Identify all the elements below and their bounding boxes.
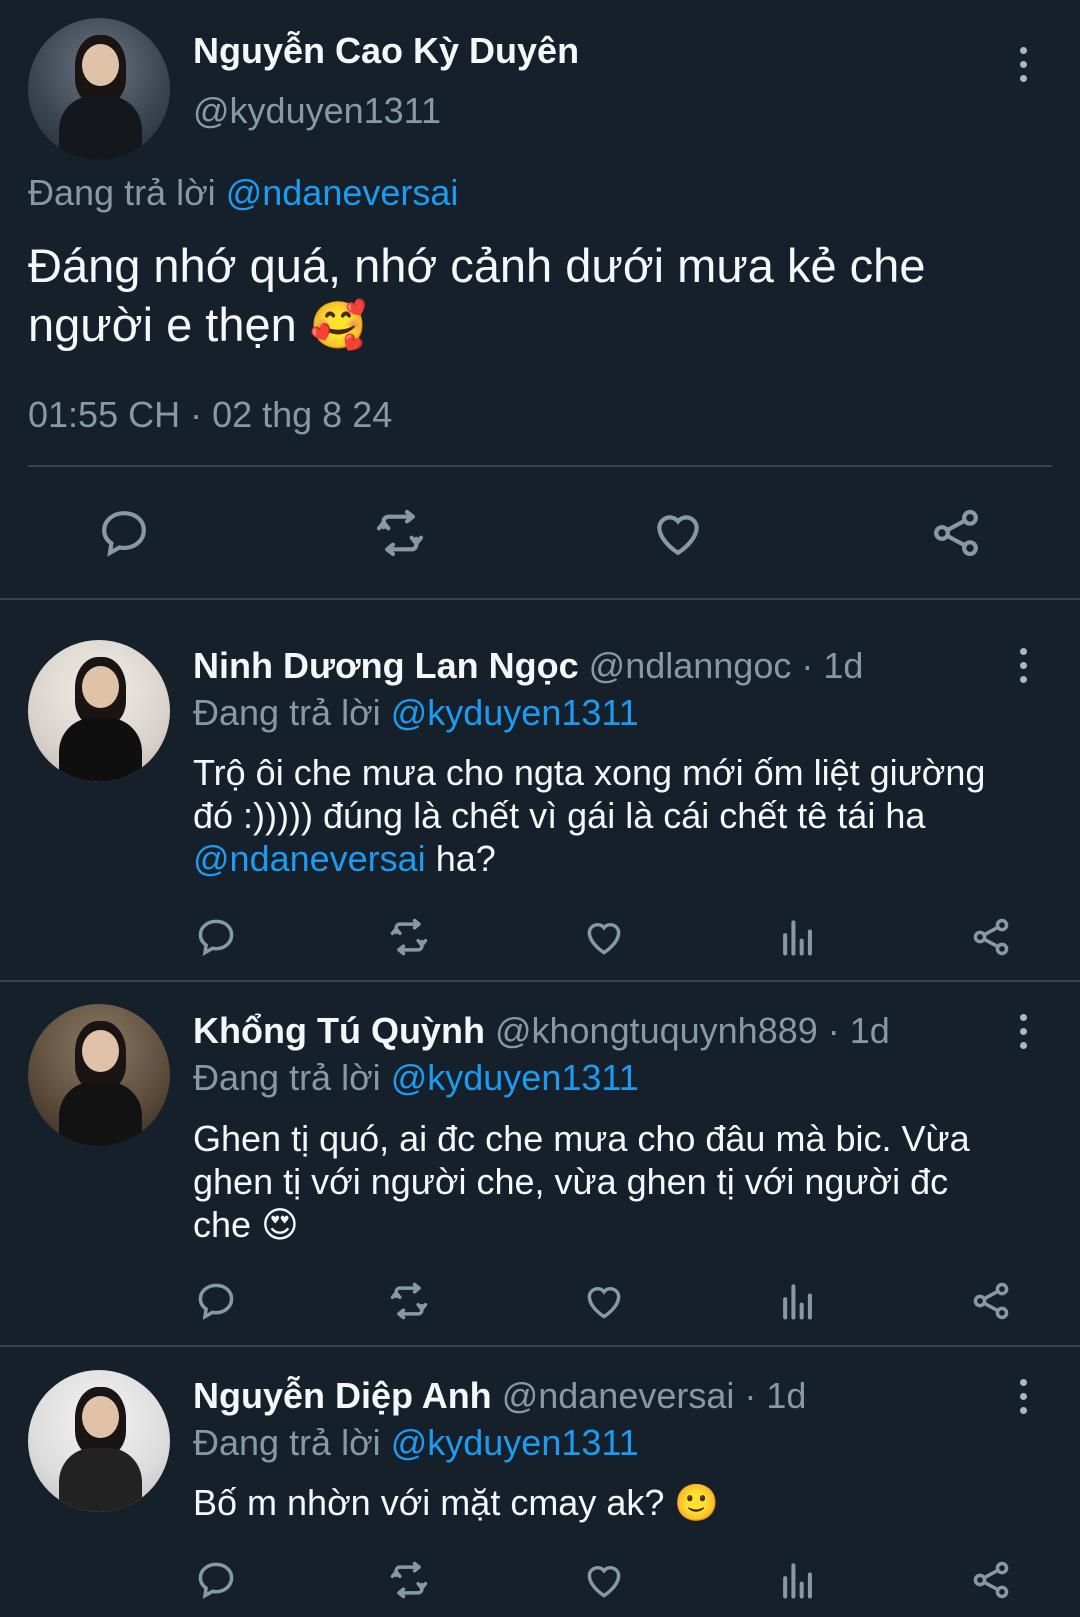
replying-prefix: Đang trả lời [193,1057,381,1098]
author-handle[interactable]: @ndaneversai [502,1375,735,1416]
replying-mention[interactable]: @ndaneversai [226,172,459,213]
replying-prefix: Đang trả lời [193,1422,381,1463]
reply-text-line-2: ghen tị với người che, vừa ghen tị với n… [193,1161,949,1202]
reply-icon[interactable] [194,1279,238,1323]
replying-to: Đang trả lời @kyduyen1311 [193,1422,639,1464]
reply-text-line-3: che 😍 [193,1204,299,1246]
retweet-icon[interactable] [370,505,430,561]
avatar[interactable] [28,640,170,782]
more-vertical-icon[interactable] [1017,646,1029,686]
reply-text-line-1: Trộ ôi che mưa cho ngta xong mới ốm liệt… [193,752,986,793]
reply-time[interactable]: · 1d [744,1375,806,1416]
more-vertical-icon[interactable] [1017,1012,1029,1052]
reply-text-line-1: Bố m nhờn với mặt cmay ak? 🙂 [193,1482,719,1524]
divider [0,1345,1080,1347]
reply-icon[interactable] [96,505,152,561]
retweet-icon[interactable] [385,1279,433,1323]
reply-text-line-1: Ghen tị quó, ai đc che mưa cho đâu mà bi… [193,1118,970,1159]
replying-to: Đang trả lời @kyduyen1311 [193,692,639,734]
author-handle[interactable]: @kyduyen1311 [193,90,441,132]
timestamp[interactable]: 01:55 CH · 02 thg 8 24 [28,394,392,436]
divider [28,465,1052,467]
replying-prefix: Đang trả lời [28,172,216,213]
reply-icon[interactable] [194,1558,238,1602]
reply-time[interactable]: · 1d [801,645,863,686]
replying-to: Đang trả lời @kyduyen1311 [193,1057,639,1099]
author-name[interactable]: Nguyễn Cao Kỳ Duyên [193,30,579,72]
reply-text-line-3: @ndaneversai ha? [193,838,496,880]
emoji: 🙂 [674,1482,720,1523]
share-icon[interactable] [969,915,1013,959]
author-handle[interactable]: @ndlanngoc [589,645,792,686]
heart-icon[interactable] [650,505,706,561]
replying-prefix: Đang trả lời [193,692,381,733]
emoji: 😍 [261,1204,299,1245]
replying-mention[interactable]: @kyduyen1311 [391,692,639,733]
reply-header: Nguyễn Diệp Anh @ndaneversai · 1d [193,1375,806,1417]
views-icon[interactable] [776,1558,820,1602]
retweet-icon[interactable] [385,915,433,959]
reply-text-line-2: đó :))))) đúng là chết vì gái là cái chế… [193,795,926,836]
reply-header: Khổng Tú Quỳnh @khongtuquynh889 · 1d [193,1010,890,1052]
avatar[interactable] [28,18,170,160]
author-name[interactable]: Nguyễn Diệp Anh [193,1375,492,1416]
divider [0,598,1080,600]
divider [0,980,1080,982]
heart-icon[interactable] [582,1279,626,1323]
author-name[interactable]: Khổng Tú Quỳnh [193,1010,485,1051]
reply-text: Bố m nhờn với mặt cmay ak? [193,1482,665,1523]
share-icon[interactable] [969,1279,1013,1323]
retweet-icon[interactable] [385,1558,433,1602]
mention-link[interactable]: @ndaneversai [193,838,426,879]
emoji: 🥰 [309,299,368,351]
author-handle[interactable]: @khongtuquynh889 [495,1010,818,1051]
tweet-text: người e thẹn [28,298,297,351]
more-vertical-icon[interactable] [1017,1377,1029,1417]
reply-time[interactable]: · 1d [828,1010,890,1051]
reply-text: ha? [425,838,496,879]
tweet-text-line-1: Đáng nhớ quá, nhớ cảnh dưới mưa kẻ che [28,239,926,292]
avatar[interactable] [28,1370,170,1512]
heart-icon[interactable] [582,1558,626,1602]
share-icon[interactable] [928,505,984,561]
reply-header: Ninh Dương Lan Ngọc @ndlanngoc · 1d [193,645,863,687]
more-vertical-icon[interactable] [1017,45,1029,85]
replying-to: Đang trả lời @ndaneversai [28,172,458,214]
replying-mention[interactable]: @kyduyen1311 [391,1057,639,1098]
share-icon[interactable] [969,1558,1013,1602]
views-icon[interactable] [776,915,820,959]
reply-text: che [193,1204,252,1245]
author-name[interactable]: Ninh Dương Lan Ngọc [193,645,579,686]
avatar[interactable] [28,1004,170,1146]
tweet-text-line-2: người e thẹn 🥰 [28,297,367,353]
replying-mention[interactable]: @kyduyen1311 [391,1422,639,1463]
views-icon[interactable] [776,1279,820,1323]
heart-icon[interactable] [582,915,626,959]
reply-icon[interactable] [194,915,238,959]
